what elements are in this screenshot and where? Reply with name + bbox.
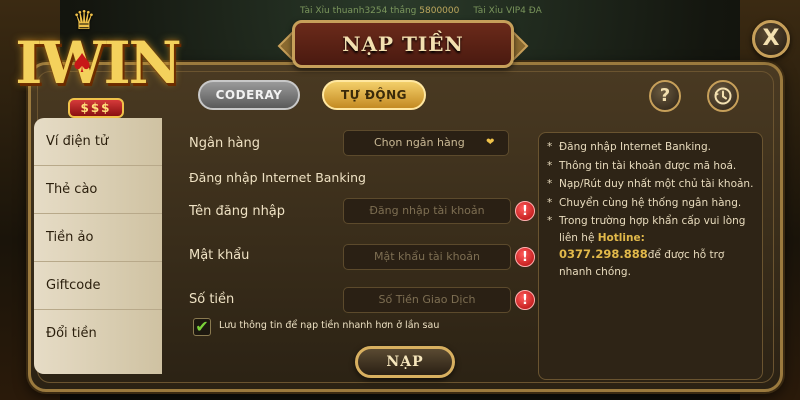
ticker-prefix: Tài Xỉu (473, 6, 504, 16)
info-item: * Trong trường hợp khẩn cấp vui lòng liên… (547, 213, 754, 280)
info-text: Trong trường hợp khẩn cấp vui lòng liên … (559, 215, 746, 244)
asterisk-icon: * (547, 196, 553, 209)
checkmark-icon: ✔ (195, 317, 209, 336)
warning-icon: ! (515, 201, 535, 221)
info-text: Đăng nhập Internet Banking. (559, 141, 711, 153)
ticker-user: thuanh3254 (332, 6, 388, 16)
remember-label: Lưu thông tin để nạp tiền nhanh hơn ở lầ… (219, 320, 440, 331)
ticker-action: thắng (390, 6, 417, 16)
logo-text: IWIN (15, 29, 181, 97)
logo-badge: $$$ (68, 98, 124, 118)
clock-icon (714, 87, 732, 105)
username-field[interactable]: Đăng nhập tài khoản (343, 198, 511, 224)
sidebar-item-card[interactable]: Thẻ cào (34, 166, 162, 214)
bank-label: Ngân hàng (189, 136, 261, 151)
password-field[interactable]: Mật khẩu tài khoản (343, 244, 511, 270)
info-text: Chuyển cùng hệ thống ngân hàng. (559, 196, 742, 209)
bank-select[interactable]: Chọn ngân hàng ❤ (343, 130, 509, 156)
help-button[interactable]: ? (649, 80, 681, 112)
asterisk-icon: * (547, 178, 553, 190)
username-label: Tên đăng nhập (189, 204, 286, 219)
warning-icon: ! (515, 247, 535, 267)
instructions-box: * Đăng nhập Internet Banking. * Thông tin … (538, 132, 763, 380)
hotline-label: Hotline: (597, 231, 645, 244)
info-text: Thông tin tài khoản được mã hoá. (559, 159, 737, 172)
asterisk-icon: * (547, 159, 553, 172)
ticker-amount: 5800000 (419, 6, 460, 16)
tab-tu-dong[interactable]: TỰ ĐỘNG (322, 80, 426, 110)
asterisk-icon: * (547, 141, 553, 153)
deposit-form: Ngân hàng Chọn ngân hàng ❤ Đăng nhập Int… (165, 118, 535, 380)
deposit-submit-button[interactable]: NẠP (355, 346, 455, 378)
sidebar-item-e-wallet[interactable]: Ví điện tử (34, 118, 162, 166)
modal-title: NẠP TIỀN (342, 32, 464, 56)
sidebar-item-crypto[interactable]: Tiền ảo (34, 214, 162, 262)
question-icon: ? (659, 85, 671, 106)
amount-field[interactable]: Số Tiền Giao Dịch (343, 287, 511, 313)
close-button[interactable]: X (752, 20, 790, 58)
info-text: Nạp/Rút duy nhất một chủ tài khoản. (559, 178, 754, 190)
info-item: * Thông tin tài khoản được mã hoá. (547, 158, 754, 175)
internet-banking-heading: Đăng nhập Internet Banking (189, 170, 366, 185)
ticker-user: VIP4 ĐA (505, 6, 542, 16)
tab-coderay[interactable]: CODERAY (198, 80, 300, 110)
modal-title-banner: NẠP TIỀN (292, 20, 514, 68)
info-item: * Đăng nhập Internet Banking. (547, 139, 754, 156)
payment-method-sidebar: Ví điện tử Thẻ cào Tiền ảo Giftcode Đổi … (34, 118, 162, 374)
hotline-number[interactable]: 0377.298.888 (559, 247, 648, 261)
info-item: * Chuyển cùng hệ thống ngân hàng. (547, 195, 754, 212)
info-item: * Nạp/Rút duy nhất một chủ tài khoản. (547, 176, 754, 193)
ticker-prefix: Tài Xỉu (300, 6, 330, 16)
sidebar-item-exchange[interactable]: Đổi tiền (34, 310, 162, 358)
sidebar-item-giftcode[interactable]: Giftcode (34, 262, 162, 310)
bank-select-value: Chọn ngân hàng (374, 136, 465, 149)
iwin-logo: ♛ IWIN ♠ $$$ (8, 8, 183, 120)
spade-icon: ♠ (70, 49, 94, 79)
asterisk-icon: * (547, 215, 553, 227)
history-button[interactable] (707, 80, 739, 112)
password-label: Mật khẩu (189, 248, 250, 263)
warning-icon: ! (515, 290, 535, 310)
chevron-down-icon: ❤ (486, 137, 495, 148)
remember-checkbox[interactable]: ✔ (193, 318, 211, 336)
amount-label: Số tiền (189, 292, 235, 307)
close-icon: X (762, 26, 780, 51)
